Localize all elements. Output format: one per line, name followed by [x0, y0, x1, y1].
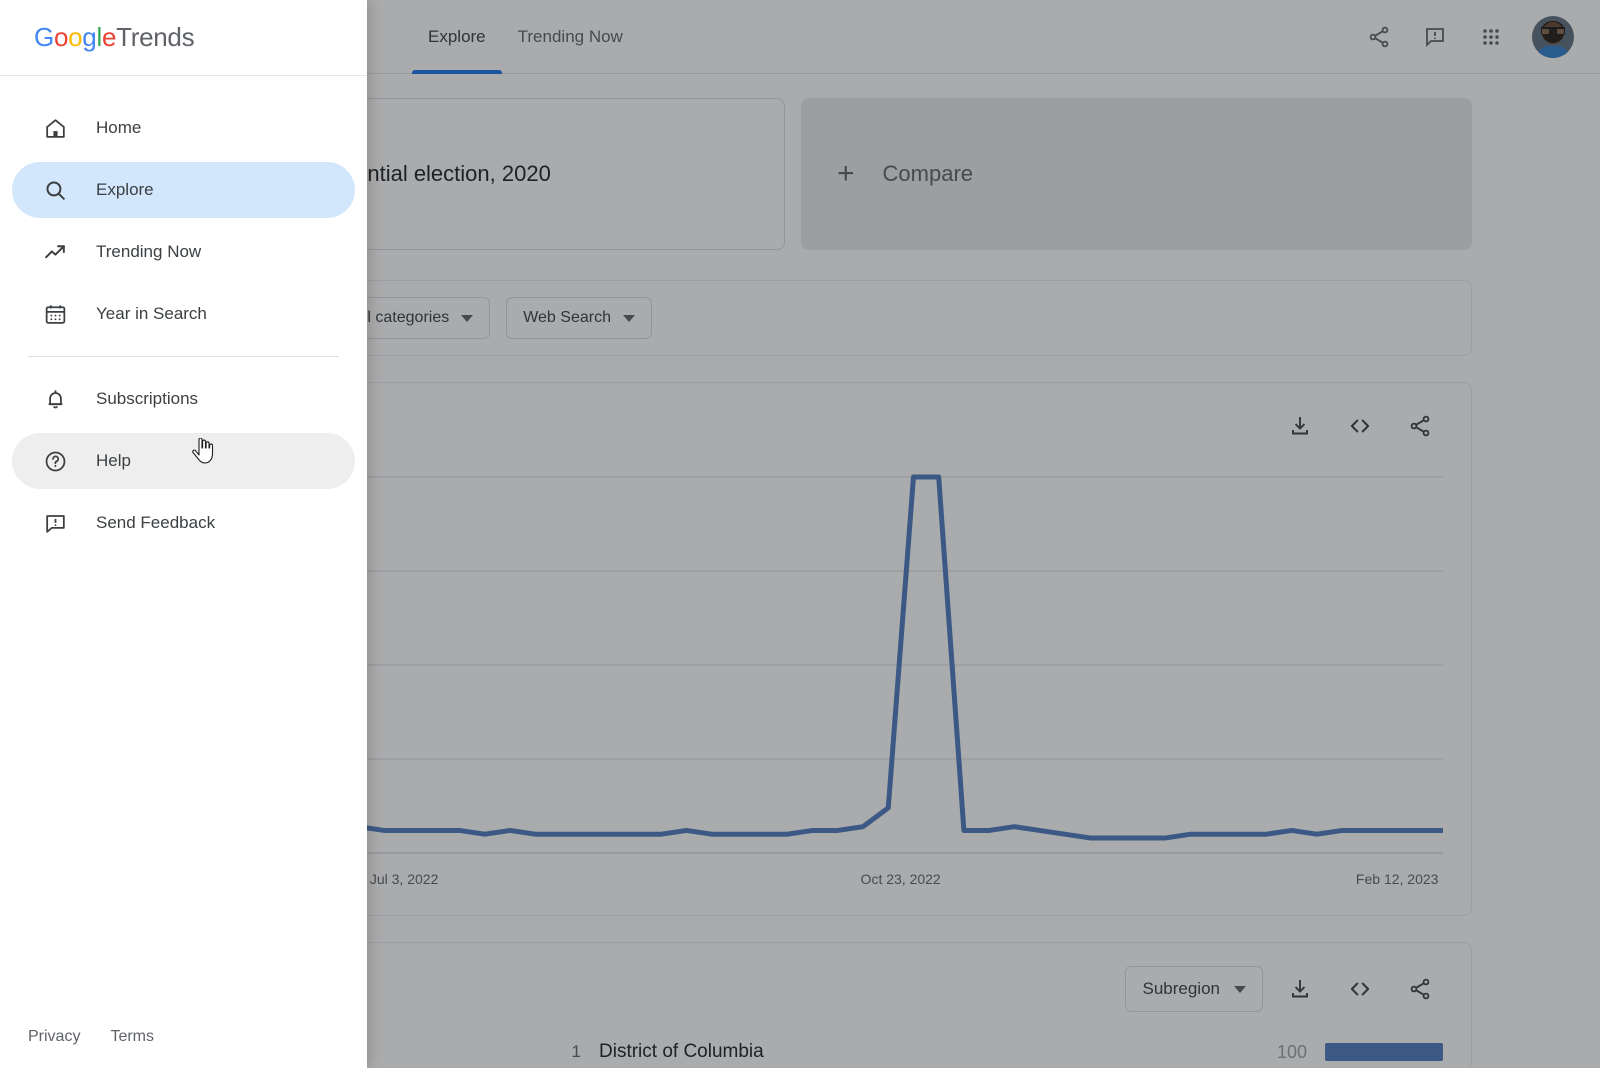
embed-code-icon[interactable] — [1337, 403, 1383, 449]
google-trends-logo[interactable]: GoogleTrends — [34, 22, 195, 53]
share-icon[interactable] — [1397, 403, 1443, 449]
home-icon — [42, 115, 68, 141]
logo-letter-e1: e — [101, 22, 117, 52]
compare-label: Compare — [882, 161, 974, 186]
tab-explore-label: Explore — [428, 26, 486, 46]
plus-icon: + — [837, 157, 855, 190]
add-comparison-button[interactable]: + Compare — [801, 98, 1472, 250]
drawer-header: GoogleTrends — [0, 0, 367, 76]
sidebar-item-label: Send Feedback — [96, 513, 216, 532]
help-circle-icon — [42, 448, 68, 474]
sidebar-item-subscriptions[interactable]: Subscriptions — [12, 371, 355, 427]
top-tabs: Explore Trending Now — [412, 0, 639, 74]
sidebar-item-help[interactable]: Help — [12, 433, 355, 489]
drawer-nav-list: Home Explore Trending Now Year in Search… — [0, 76, 367, 1028]
calendar-icon — [42, 301, 68, 327]
tab-trending-now[interactable]: Trending Now — [502, 0, 639, 74]
sidebar-item-send-feedback[interactable]: Send Feedback — [12, 495, 355, 551]
interest-over-time-actions — [1277, 403, 1443, 449]
terms-link[interactable]: Terms — [110, 1028, 154, 1046]
chart-x-tick-label: Feb 12, 2023 — [1355, 871, 1439, 887]
chart-x-tick-label: Jul 3, 2022 — [369, 871, 439, 887]
category-filter-label: All categories — [353, 309, 450, 326]
logo-letter-g1: G — [34, 22, 54, 52]
share-icon[interactable] — [1356, 14, 1402, 60]
geo-value: 100 — [1276, 1041, 1307, 1062]
sidebar-item-label: Subscriptions — [96, 389, 199, 408]
geo-rank: 1 — [571, 1042, 581, 1061]
tab-explore[interactable]: Explore — [412, 0, 502, 74]
bell-icon — [42, 386, 68, 412]
sidebar-item-label: Year in Search — [96, 304, 207, 323]
logo-letter-o2: o — [68, 22, 83, 52]
sidebar-item-trending-now[interactable]: Trending Now — [12, 224, 355, 280]
sidebar-item-label: Trending Now — [96, 242, 202, 261]
share-icon[interactable] — [1397, 966, 1443, 1012]
chevron-down-icon — [622, 314, 635, 322]
logo-letter-g2: g — [82, 22, 97, 52]
geo-name: District of Columbia — [599, 1041, 764, 1062]
sidebar-item-home[interactable]: Home — [12, 100, 355, 156]
avatar-body — [1538, 45, 1568, 58]
embed-code-icon[interactable] — [1337, 966, 1383, 1012]
geo-bar — [1325, 1043, 1443, 1061]
tab-trending-now-label: Trending Now — [517, 26, 623, 46]
feedback-icon[interactable] — [1412, 14, 1458, 60]
chart-x-tick-label: Oct 23, 2022 — [860, 871, 941, 887]
sidebar-item-label: Help — [96, 451, 131, 470]
privacy-link[interactable]: Privacy — [28, 1028, 80, 1046]
navigation-drawer: GoogleTrends Home Explore Trending Now Y… — [0, 0, 367, 1068]
trending-up-icon — [42, 239, 68, 265]
topbar-actions — [1356, 14, 1600, 60]
interest-by-subregion-actions: Subregion — [1125, 966, 1443, 1012]
feedback-icon — [42, 510, 68, 536]
subregion-select[interactable]: Subregion — [1125, 966, 1263, 1012]
chevron-down-icon — [461, 314, 474, 322]
drawer-divider — [28, 356, 339, 357]
chevron-down-icon — [1234, 985, 1246, 993]
sidebar-item-year-in-search[interactable]: Year in Search — [12, 286, 355, 342]
drawer-footer: Privacy Terms — [0, 1028, 367, 1068]
sidebar-item-label: Home — [96, 118, 142, 137]
avatar[interactable] — [1532, 15, 1574, 58]
search-type-filter[interactable]: Web Search — [506, 297, 652, 339]
logo-word-trends: Trends — [116, 22, 195, 52]
apps-grid-icon[interactable] — [1468, 14, 1514, 60]
subregion-select-label: Subregion — [1142, 979, 1220, 998]
avatar-glasses — [1541, 27, 1565, 36]
sidebar-item-explore[interactable]: Explore — [12, 162, 355, 218]
download-icon[interactable] — [1277, 966, 1323, 1012]
logo-letter-o1: o — [53, 22, 69, 52]
search-type-filter-label: Web Search — [523, 309, 611, 326]
sidebar-item-label: Explore — [96, 180, 154, 199]
search-icon — [42, 177, 68, 203]
download-icon[interactable] — [1277, 403, 1323, 449]
mouse-cursor — [192, 437, 214, 464]
page-root: GoogleTrends Explore Trending Now — [0, 0, 1600, 1068]
